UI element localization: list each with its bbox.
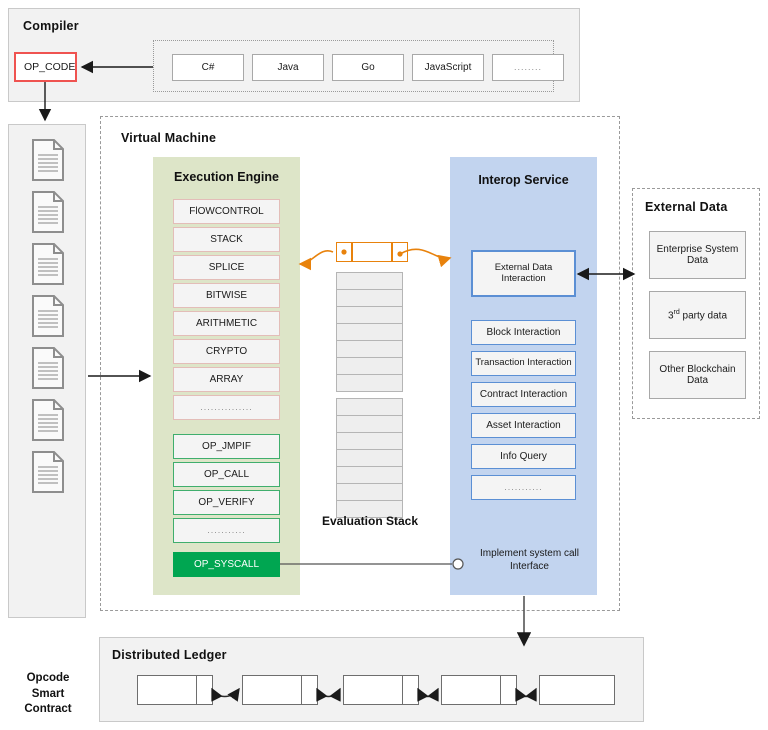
opcode-category-stack[interactable]: STACK: [173, 227, 280, 252]
document-icon-stack: [9, 139, 87, 493]
opcode-caption-line2: Smart: [31, 687, 65, 700]
external-data-enterprise-system-data[interactable]: Enterprise System Data: [649, 231, 746, 279]
interop-external-data-interaction[interactable]: External Data Interaction: [471, 250, 576, 297]
opcode-caption-line1: Opcode: [26, 672, 70, 684]
stack-cell[interactable]: [336, 357, 403, 375]
external-data-other-blockchain-data[interactable]: Other Blockchain Data: [649, 351, 746, 399]
execution-engine-title: Execution Engine: [174, 170, 279, 184]
document-icon: [31, 295, 65, 337]
document-icon: [31, 243, 65, 285]
opcode-category-crypto[interactable]: CRYPTO: [173, 339, 280, 364]
execution-engine-panel: Execution Engine FlOWCONTROL STACK SPLIC…: [153, 157, 300, 595]
interop-service-title: Interop Service: [478, 173, 569, 187]
third-party-text: 3rd party data: [667, 308, 728, 321]
opcode-category-array[interactable]: ARRAY: [173, 367, 280, 392]
ledger-block-pointer[interactable]: [501, 675, 517, 705]
ledger-block-pointer[interactable]: [197, 675, 213, 705]
external-data-title: External Data: [645, 200, 728, 214]
interop-service-panel: Interop Service External Data Interactio…: [450, 157, 597, 595]
operation-op-jmpif[interactable]: OP_JMPIF: [173, 434, 280, 459]
evaluation-stack-group-two: [336, 398, 403, 518]
document-icon: [31, 139, 65, 181]
operation-op-syscall[interactable]: OP_SYSCALL: [173, 552, 280, 577]
ledger-block[interactable]: [242, 675, 302, 705]
op-code-box[interactable]: OP_CODE: [14, 52, 77, 82]
stack-cell[interactable]: [336, 340, 403, 358]
opcode-category-bitwise[interactable]: BITWISE: [173, 283, 280, 308]
implement-system-call-interface-label: Implement system call Interface: [480, 548, 579, 572]
opcode-category-flowcontrol[interactable]: FlOWCONTROL: [173, 199, 280, 224]
stack-head-cell-left[interactable]: [336, 242, 352, 262]
opcode-caption: Opcode Smart Contract: [9, 671, 87, 718]
languages-group: C# Java Go JavaScript ........: [153, 40, 564, 92]
compiler-title: Compiler: [23, 19, 79, 33]
ledger-block[interactable]: [441, 675, 501, 705]
opcode-category-more[interactable]: ...............: [173, 395, 280, 420]
ledger-block[interactable]: [343, 675, 403, 705]
stack-cell[interactable]: [336, 466, 403, 484]
interop-more[interactable]: ...........: [471, 475, 576, 500]
interop-block-interaction[interactable]: Block Interaction: [471, 320, 576, 345]
external-data-panel: External Data Enterprise System Data 3rd…: [632, 188, 760, 419]
stack-cell[interactable]: [336, 483, 403, 501]
external-data-third-party-data[interactable]: 3rd party data: [649, 291, 746, 339]
interop-transaction-interaction[interactable]: Transaction Interaction: [471, 351, 576, 376]
opcode-category-splice[interactable]: SPLICE: [173, 255, 280, 280]
stack-cell[interactable]: [336, 415, 403, 433]
stack-cell[interactable]: [336, 306, 403, 324]
operation-more[interactable]: ...........: [173, 518, 280, 543]
distributed-ledger-panel: Distributed Ledger: [99, 637, 644, 722]
stack-cell[interactable]: [336, 398, 403, 416]
language-java[interactable]: Java: [252, 54, 324, 81]
document-icon: [31, 191, 65, 233]
stack-head-cell-right[interactable]: [392, 242, 408, 262]
stack-cell[interactable]: [336, 374, 403, 392]
language-go[interactable]: Go: [332, 54, 404, 81]
document-icon: [31, 451, 65, 493]
document-icon: [31, 347, 65, 389]
opcode-smart-contract-panel: Opcode Smart Contract: [8, 124, 87, 715]
virtual-machine-title: Virtual Machine: [121, 131, 217, 145]
operation-op-call[interactable]: OP_CALL: [173, 462, 280, 487]
opcode-category-arithmetic[interactable]: ARITHMETIC: [173, 311, 280, 336]
ledger-block-pointer[interactable]: [302, 675, 318, 705]
stack-cell[interactable]: [336, 289, 403, 307]
evaluation-stack-head: [336, 242, 408, 262]
opcode-caption-line3: Contract: [24, 703, 72, 716]
language-more[interactable]: ........: [492, 54, 564, 81]
stack-cell[interactable]: [336, 272, 403, 290]
language-csharp[interactable]: C#: [172, 54, 244, 81]
ledger-block[interactable]: [137, 675, 197, 705]
stack-cell[interactable]: [336, 449, 403, 467]
architecture-diagram: Compiler OP_CODE C# Java Go JavaScript .…: [0, 0, 768, 730]
interop-info-query[interactable]: Info Query: [471, 444, 576, 469]
evaluation-stack-group-one: [336, 272, 403, 392]
stack-cell[interactable]: [336, 432, 403, 450]
interop-asset-interaction[interactable]: Asset Interaction: [471, 413, 576, 438]
stack-cell[interactable]: [336, 323, 403, 341]
ledger-block[interactable]: [539, 675, 615, 705]
evaluation-stack-label: Evaluation Stack: [321, 514, 419, 528]
interop-contract-interaction[interactable]: Contract Interaction: [471, 382, 576, 407]
stack-head-cell-middle[interactable]: [352, 242, 392, 262]
ledger-block-pointer[interactable]: [403, 675, 419, 705]
document-icon: [31, 399, 65, 441]
operation-op-verify[interactable]: OP_VERIFY: [173, 490, 280, 515]
language-javascript[interactable]: JavaScript: [412, 54, 484, 81]
distributed-ledger-title: Distributed Ledger: [112, 648, 227, 662]
